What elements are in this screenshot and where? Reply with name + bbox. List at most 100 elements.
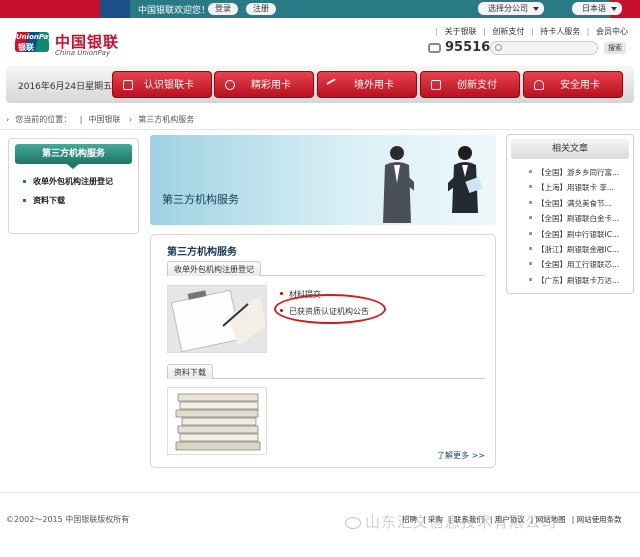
welcome-text: 中国银联欢迎您！ (138, 6, 211, 16)
article-title: 【上海】用银联卡 享... (537, 183, 615, 192)
page-banner: 第三方机构服务 (150, 135, 496, 225)
top-bar: 中国银联欢迎您！ 登录 注册 选择分公司 日本语 (0, 0, 640, 18)
bullet-icon (529, 278, 532, 281)
phone-icon (428, 42, 441, 53)
header-links: | 关于银联 | 创新支付 | 持卡人服务 | 会员中心 (435, 27, 628, 36)
watermark: 山东汇文信息技术有限公司 (345, 511, 557, 532)
logo-text-en: China UnionPay (55, 49, 111, 57)
nav-item-label: 创新支付 (457, 80, 497, 91)
logo-mark-cn: 银联 (18, 43, 34, 52)
sidebar-item-registration[interactable]: 收单外包机构注册登记 (23, 177, 123, 186)
nav-item-label: 境外用卡 (354, 80, 394, 91)
left-sidebar: 第三方机构服务 收单外包机构注册登记 资料下载 (8, 138, 139, 234)
site-header: UnionPay 银联 中国银联 China UnionPay | 关于银联 |… (0, 18, 640, 62)
breadcrumb-item-home[interactable]: 中国银联 (88, 115, 120, 124)
shield-icon (534, 80, 544, 90)
highlight-circle-annotation (274, 294, 386, 324)
panel-title: 第三方机构服务 (167, 247, 237, 258)
bullet-icon (280, 292, 283, 295)
banner-title: 第三方机构服务 (162, 193, 239, 206)
tab-downloads[interactable]: 资料下载 (167, 364, 213, 379)
wechat-icon (345, 516, 361, 529)
bullet-icon (529, 170, 532, 173)
article-link[interactable]: 【全国】游乡乡同行富... (529, 167, 633, 178)
nav-item-card[interactable]: 认识银联卡 (112, 71, 212, 98)
header-link-member[interactable]: 会员中心 (596, 27, 628, 36)
tab-registration[interactable]: 收单外包机构注册登记 (167, 261, 261, 276)
register-button[interactable]: 注册 (246, 3, 276, 15)
nav-item-innovation[interactable]: 创新支付 (420, 71, 520, 98)
article-link[interactable]: 【广东】刷银联卡万达... (529, 275, 633, 286)
nav-item-security[interactable]: 安全用卡 (523, 71, 623, 98)
chevron-down-icon (611, 7, 617, 11)
businesswoman-image (448, 146, 482, 213)
header-link-innovation[interactable]: 创新支付 (492, 27, 524, 36)
article-link[interactable]: 【全国】用工行银联芯... (529, 259, 633, 270)
article-link[interactable]: 【全国】刷中行银联IC... (529, 229, 633, 240)
article-title: 【浙江】刷银联金融IC... (537, 245, 620, 254)
header-link-about[interactable]: 关于银联 (445, 27, 477, 36)
businessman-image (383, 146, 414, 223)
nav-item-overseas[interactable]: 境外用卡 (317, 71, 417, 98)
top-bar-stripe (0, 0, 100, 18)
clipboard-image (167, 285, 267, 353)
related-articles-title: 相关文章 (511, 139, 629, 159)
hotline-number: 95516 (445, 40, 491, 55)
breadcrumb-item-current: 第三方机构服务 (138, 115, 195, 124)
bullet-icon (529, 216, 532, 219)
search-button[interactable]: 搜索 (604, 42, 626, 54)
bullet-icon (529, 201, 532, 204)
copyright: ©2002～2015 中国银联版权所有 (6, 515, 130, 524)
nav-item-label: 精彩用卡 (251, 80, 291, 91)
plane-icon (326, 78, 340, 92)
books-image (167, 387, 267, 455)
article-title: 【广东】刷银联卡万达... (537, 276, 620, 285)
logo-mark-en: UnionPay (16, 33, 49, 41)
article-link[interactable]: 【全国】刷银联白金卡... (529, 213, 633, 224)
related-articles-panel: 相关文章 【全国】游乡乡同行富... 【上海】用银联卡 享... 【全国】满兑美… (506, 134, 634, 294)
nav-item-label: 安全用卡 (560, 80, 600, 91)
bullet-icon (529, 185, 532, 188)
bulb-icon (225, 80, 235, 90)
nav-date: 2016年6月24日星期五 (18, 82, 113, 92)
bullet-icon (529, 262, 532, 265)
search-icon (495, 44, 502, 51)
article-title: 【全国】刷中行银联IC... (537, 230, 620, 239)
article-link[interactable]: 【上海】用银联卡 享... (529, 182, 633, 193)
chevron-down-icon (533, 7, 539, 11)
main-nav: 2016年6月24日星期五 认识银联卡 精彩用卡 境外用卡 创新支付 安全用卡 (6, 66, 634, 103)
breadcrumb-label: 您当前的位置： (15, 115, 72, 124)
card-icon (123, 80, 133, 90)
nav-item-label: 认识银联卡 (144, 80, 194, 91)
nav-item-wonderful[interactable]: 精彩用卡 (214, 71, 314, 98)
footer-link-terms[interactable]: 网站使用条款 (577, 515, 622, 524)
header-link-cardholder[interactable]: 持卡人服务 (540, 27, 580, 36)
divider (0, 129, 640, 130)
article-link[interactable]: 【全国】满兑美食节... (529, 198, 633, 209)
bullet-icon (529, 232, 532, 235)
sidebar-title: 第三方机构服务 (15, 144, 132, 169)
bullet-icon (23, 180, 26, 183)
search-input[interactable] (490, 41, 598, 55)
phone-icon (431, 80, 441, 90)
bullet-icon (529, 247, 532, 250)
sidebar-item-label: 收单外包机构注册登记 (33, 177, 113, 186)
learn-more-link[interactable]: 了解更多 >> (437, 450, 485, 461)
article-title: 【全国】满兑美食节... (537, 199, 612, 208)
branch-select-label: 选择分公司 (488, 4, 528, 13)
unionpay-logo-icon[interactable]: UnionPay 银联 (15, 32, 49, 52)
sidebar-item-downloads[interactable]: 资料下载 (23, 196, 65, 205)
bullet-icon (23, 199, 26, 202)
article-title: 【全国】刷银联白金卡... (537, 214, 620, 223)
article-title: 【全国】用工行银联芯... (537, 260, 620, 269)
language-select-label: 日本语 (582, 4, 606, 13)
login-button[interactable]: 登录 (208, 3, 238, 15)
watermark-text: 山东汇文信息技术有限公司 (365, 513, 558, 531)
divider (167, 378, 485, 379)
article-link[interactable]: 【浙江】刷银联金融IC... (529, 244, 633, 255)
language-select[interactable]: 日本语 (572, 2, 622, 15)
hotline: 95516 (428, 40, 490, 55)
sidebar-item-label: 资料下载 (33, 196, 65, 205)
branch-select[interactable]: 选择分公司 (478, 2, 544, 15)
main-content-panel: 第三方机构服务 收单外包机构注册登记 材料提交 已获资质认证机构公告 资料下载 … (150, 234, 496, 468)
